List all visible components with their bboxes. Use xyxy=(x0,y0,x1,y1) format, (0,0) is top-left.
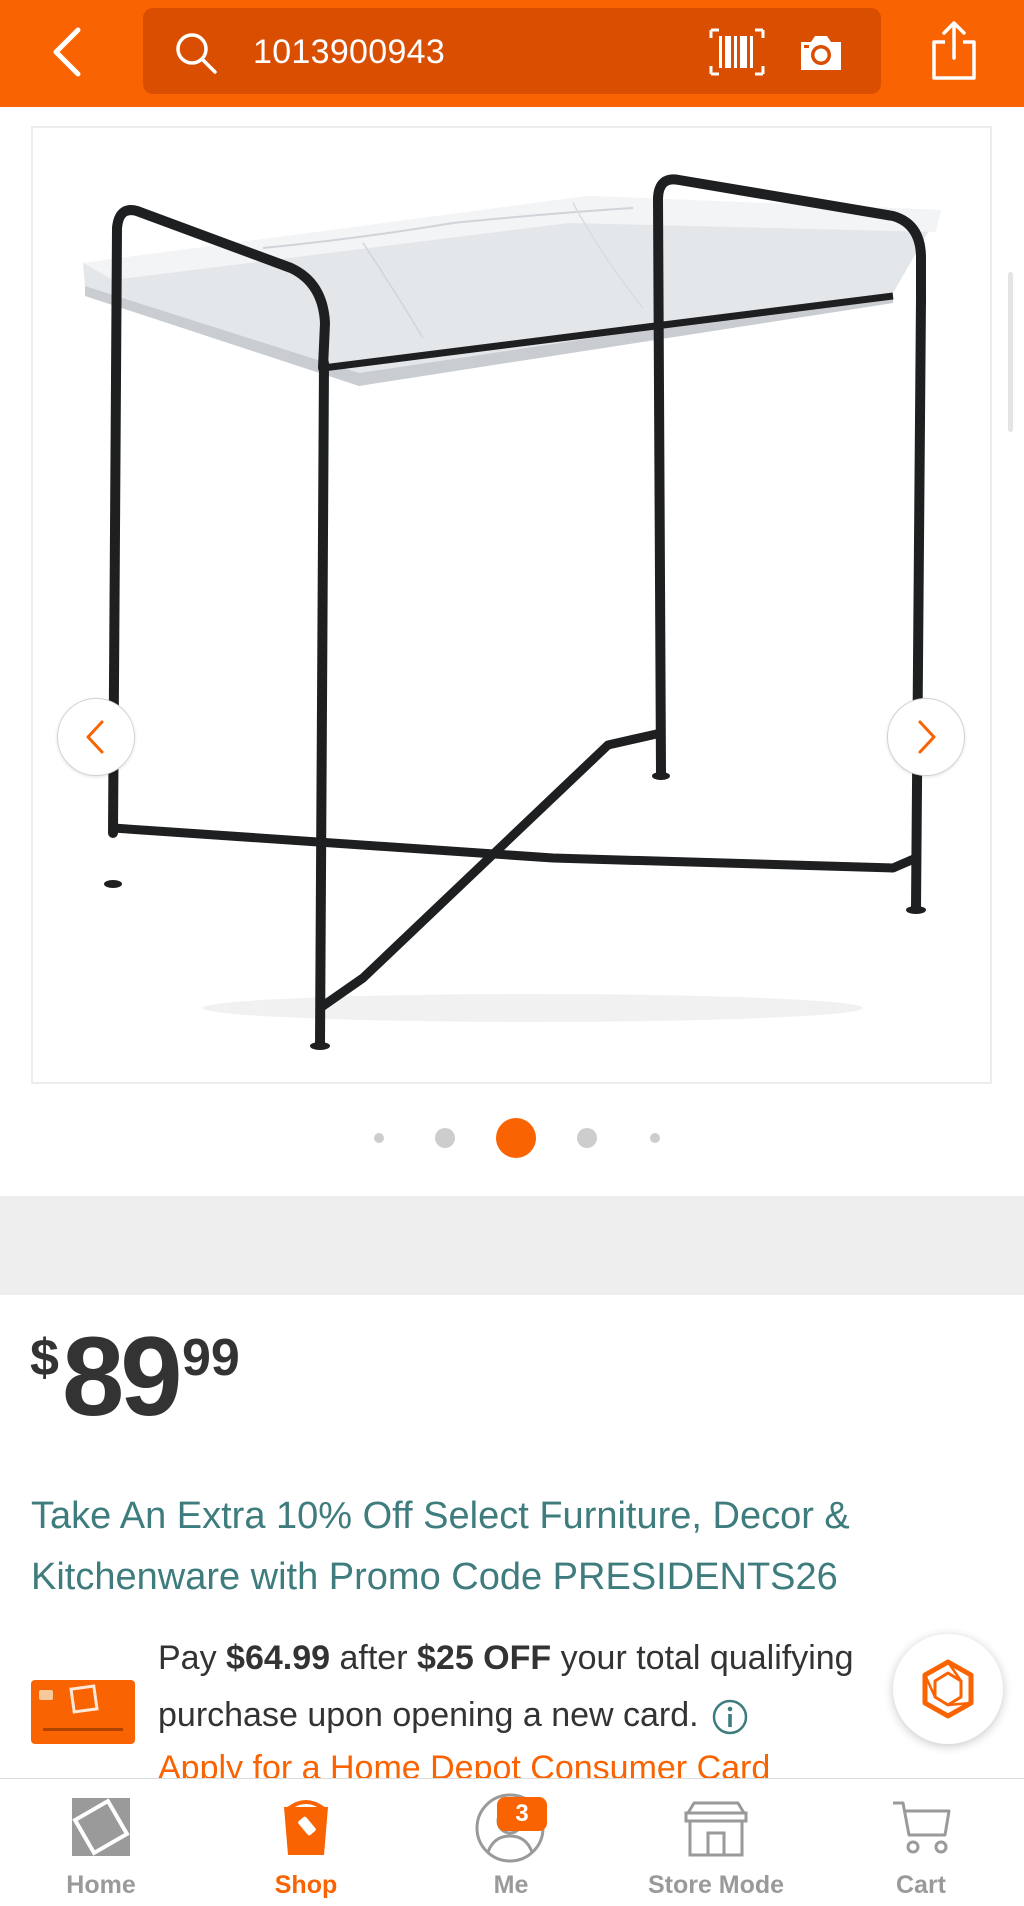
price-dollars: 89 xyxy=(62,1314,183,1439)
share-icon xyxy=(932,21,976,80)
offer-discount: $25 OFF xyxy=(417,1639,552,1677)
bucket-icon xyxy=(284,1800,328,1855)
offer-amount: $64.99 xyxy=(226,1639,331,1677)
chat-assistant-button[interactable] xyxy=(893,1634,1003,1744)
credit-card-image xyxy=(31,1680,135,1744)
product-image[interactable] xyxy=(33,128,990,1082)
bottom-navigation: Home Shop 3 Me Store Mode Cart xyxy=(0,1778,1024,1905)
carousel-dot[interactable] xyxy=(435,1128,455,1148)
nav-label: Shop xyxy=(274,1871,338,1899)
chevron-left-icon xyxy=(86,720,104,754)
chevron-right-icon xyxy=(918,720,936,754)
cart-icon xyxy=(893,1801,951,1854)
search-bar[interactable]: 1013900943 xyxy=(143,8,881,94)
nav-label: Cart xyxy=(895,1871,946,1899)
next-image-button[interactable] xyxy=(887,698,965,776)
price-cents: 99 xyxy=(182,1329,240,1387)
search-icon xyxy=(176,33,217,74)
hexagon-icon xyxy=(922,1659,974,1719)
store-icon xyxy=(684,1801,748,1857)
carousel-dots xyxy=(0,1118,1024,1158)
section-divider xyxy=(0,1196,1024,1295)
share-button[interactable] xyxy=(928,18,980,82)
carousel-dot[interactable] xyxy=(577,1128,597,1148)
info-icon[interactable] xyxy=(711,1698,749,1736)
nav-item-store-mode[interactable]: Store Mode xyxy=(636,1779,796,1906)
top-header: 1013900943 xyxy=(0,0,1024,107)
barcode-icon[interactable] xyxy=(709,28,765,76)
nav-label: Me xyxy=(493,1871,529,1899)
price-currency: $ xyxy=(30,1329,59,1387)
notification-badge: 3 xyxy=(497,1797,547,1831)
chevron-left-icon xyxy=(53,27,81,77)
nav-item-cart[interactable]: Cart xyxy=(841,1779,1001,1906)
back-button[interactable] xyxy=(44,22,94,82)
home-depot-logo-icon xyxy=(72,1798,130,1856)
nav-item-shop[interactable]: Shop xyxy=(226,1779,386,1906)
carousel-dot-active[interactable] xyxy=(496,1118,536,1158)
product-gallery xyxy=(0,107,1024,1197)
promo-message[interactable]: Take An Extra 10% Off Select Furniture, … xyxy=(31,1486,971,1608)
nav-item-home[interactable]: Home xyxy=(21,1779,181,1906)
nav-label: Home xyxy=(66,1871,136,1899)
offer-after: after xyxy=(339,1639,408,1677)
search-input[interactable]: 1013900943 xyxy=(253,30,445,74)
carousel-dot[interactable] xyxy=(650,1133,660,1143)
product-image-frame[interactable] xyxy=(31,126,992,1084)
scroll-indicator xyxy=(1008,272,1013,432)
carousel-dot[interactable] xyxy=(374,1133,384,1143)
nav-item-me[interactable]: 3 Me xyxy=(431,1779,591,1906)
previous-image-button[interactable] xyxy=(57,698,135,776)
gallery-bottom-edge xyxy=(0,1160,1024,1196)
offer-pay: Pay xyxy=(158,1639,217,1677)
nav-label: Store Mode xyxy=(647,1871,785,1899)
camera-icon[interactable] xyxy=(797,32,845,74)
card-offer-text: Pay $64.99 after $25 OFF your total qual… xyxy=(158,1630,918,1744)
